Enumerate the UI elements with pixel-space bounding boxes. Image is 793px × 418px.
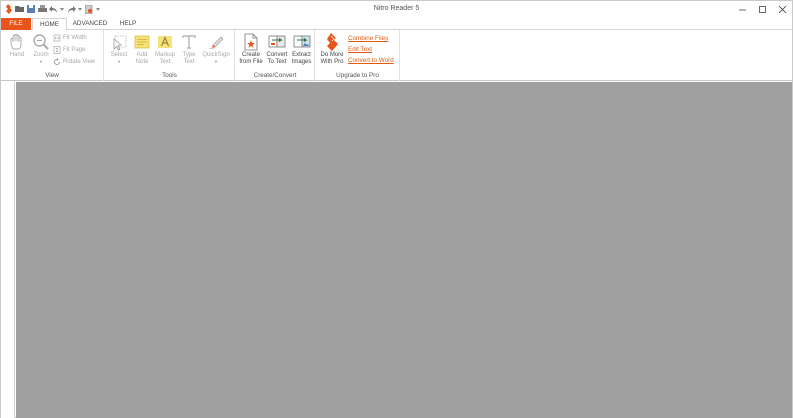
zoom-dropdown-icon: ▼ (39, 59, 43, 64)
zoom-button[interactable]: Zoom ▼ (30, 33, 52, 64)
add-note-label-1: Add (136, 52, 148, 58)
fit-width-label: Fit Width (63, 34, 87, 41)
convert-to-text-button[interactable]: Convert To Text (265, 33, 289, 66)
group-view-label: View (45, 72, 59, 79)
type-text-icon (182, 35, 196, 49)
tab-advanced[interactable]: ADVANCED (70, 18, 110, 30)
pen-signature-icon (208, 36, 224, 50)
domore-label-2: With Pro (320, 59, 344, 65)
domore-label-1: Do More (320, 52, 344, 58)
convert-label-2: To Text (267, 59, 287, 65)
quicksign-label: QuickSign (202, 52, 230, 58)
select-button[interactable]: Select ▼ (108, 33, 130, 64)
tab-file[interactable]: FILE (1, 18, 31, 30)
tab-help[interactable]: HELP (116, 18, 140, 30)
group-create-convert: Create from File Convert To Text Extract… (236, 30, 315, 81)
window-title: Nitro Reader 5 (373, 5, 420, 12)
edit-text-link[interactable]: Edit Text (348, 46, 372, 53)
fit-width-button[interactable]: Fit Width (53, 33, 87, 42)
markup-text-button[interactable]: Markup Text (153, 33, 177, 66)
group-upgrade: Do More With Pro Combine Files Edit Text… (316, 30, 400, 81)
ribbon: Hand Zoom ▼ Fit Width Fit Page Rotate Vi… (1, 30, 792, 81)
window-controls (732, 1, 792, 18)
quicksign-dropdown-icon: ▼ (214, 59, 218, 64)
fit-page-label: Fit Page (63, 46, 86, 53)
extract-images-icon (293, 35, 310, 48)
hand-label: Hand (9, 52, 25, 58)
extract-images-button[interactable]: Extract Images (290, 33, 313, 66)
document-area[interactable] (16, 82, 792, 418)
highlight-text-icon (158, 36, 172, 48)
app-window: Nitro Reader 5 FILE HOME ADVANCED HELP H… (0, 0, 793, 418)
select-dropdown-icon: ▼ (117, 59, 121, 64)
group-upgrade-label: Upgrade to Pro (336, 72, 379, 79)
maximize-button[interactable] (752, 1, 772, 18)
add-note-label-2: Note (135, 59, 149, 65)
sticky-note-icon (134, 35, 150, 49)
group-create-label: Create/Convert (253, 72, 297, 79)
title-bar: Nitro Reader 5 (1, 1, 792, 18)
convert-label-1: Convert (266, 52, 288, 58)
close-button[interactable] (772, 1, 792, 18)
zoom-icon (33, 34, 49, 50)
select-cursor-icon (113, 35, 127, 51)
combine-files-link[interactable]: Combine Files (348, 35, 388, 42)
type-label-2: Text (183, 59, 195, 65)
quicksign-button[interactable]: QuickSign ▼ (201, 33, 231, 64)
group-view: Hand Zoom ▼ Fit Width Fit Page Rotate Vi… (1, 30, 104, 81)
minimize-button[interactable] (732, 1, 752, 18)
fit-width-icon (53, 34, 61, 41)
extract-label-1: Extract (292, 52, 311, 58)
rotate-view-button[interactable]: Rotate View (53, 57, 95, 66)
hand-button[interactable]: Hand (6, 33, 28, 59)
group-tools-label: Tools (162, 72, 177, 79)
fit-page-button[interactable]: Fit Page (53, 45, 85, 54)
navigation-pane-strip[interactable] (1, 82, 15, 418)
hand-icon (10, 33, 22, 50)
fit-page-icon (53, 45, 61, 54)
group-tools: Select ▼ Add Note Markup Text Type Text … (105, 30, 235, 81)
markup-label-1: Markup (154, 52, 175, 58)
rotate-view-label: Rotate View (63, 58, 96, 65)
markup-label-2: Text (159, 59, 171, 65)
rotate-icon (54, 57, 60, 65)
extract-label-2: Images (291, 59, 312, 65)
select-label: Select (110, 52, 128, 58)
type-text-button[interactable]: Type Text (179, 33, 199, 66)
create-pdf-icon (244, 33, 258, 51)
convert-to-word-link[interactable]: Convert to Word (348, 57, 394, 64)
convert-text-icon (268, 35, 286, 48)
ribbon-tabs: FILE HOME ADVANCED HELP (1, 18, 792, 31)
nitro-pro-logo-icon (327, 33, 338, 51)
zoom-label: Zoom (33, 52, 49, 58)
add-note-button[interactable]: Add Note (132, 33, 152, 66)
create-label-2: from File (239, 59, 263, 65)
type-label-1: Type (182, 52, 196, 58)
do-more-with-pro-button[interactable]: Do More With Pro (317, 33, 347, 66)
create-label-1: Create (241, 52, 260, 58)
create-from-file-button[interactable]: Create from File (238, 33, 264, 66)
